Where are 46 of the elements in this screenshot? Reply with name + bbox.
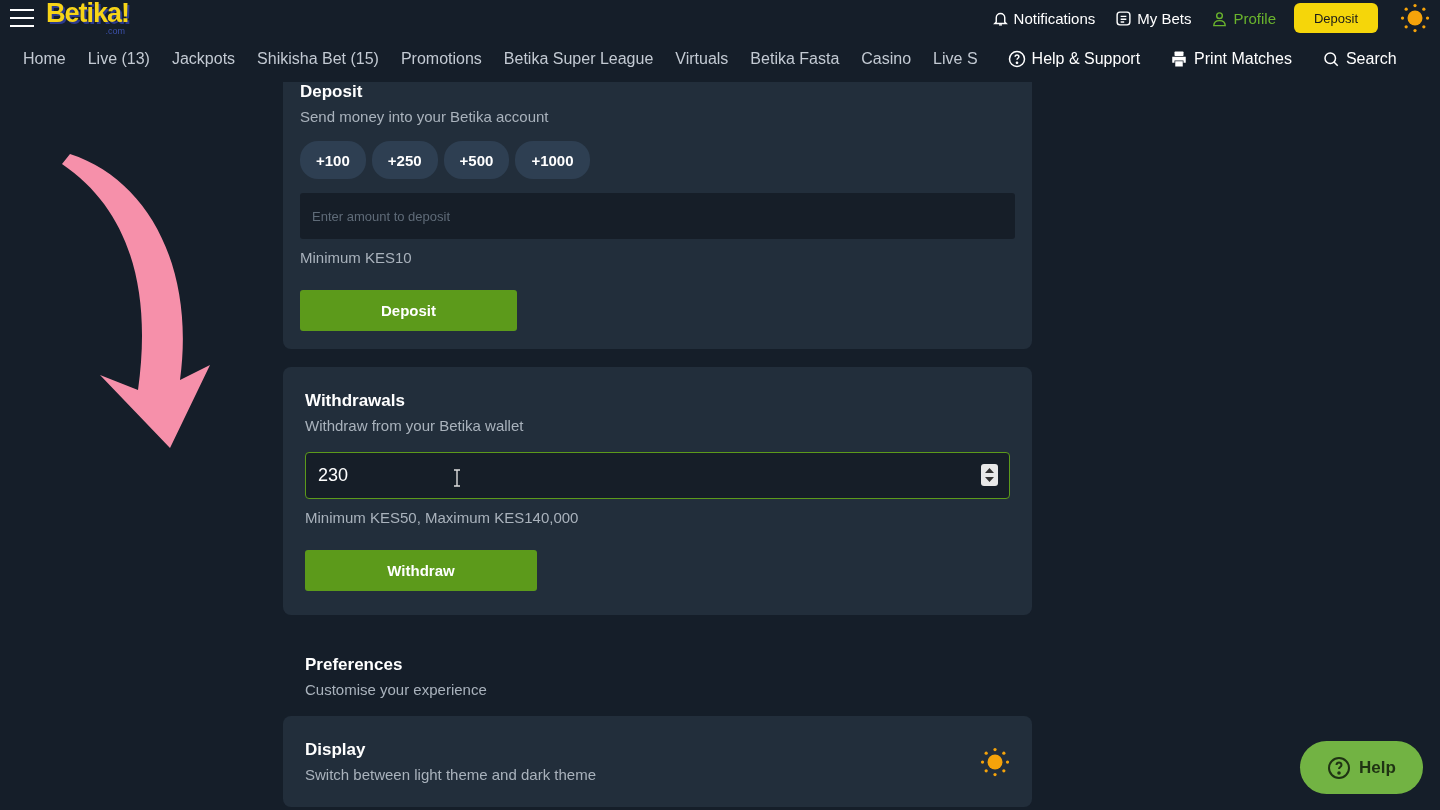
amount-field[interactable]: Enter amount to deposit — [300, 193, 1015, 239]
amount-chip[interactable]: +500 — [443, 141, 510, 179]
section-title: Display — [305, 740, 367, 760]
nav-link[interactable]: Jackpots — [171, 50, 236, 68]
menu-icon[interactable] — [10, 8, 34, 28]
nav-link[interactable]: Betika Fasta — [750, 50, 840, 68]
section-subtitle: Send money into your Betika account — [300, 108, 550, 125]
limits-note: Minimum KES50, Maximum KES140,000 — [305, 509, 580, 526]
amount-chip[interactable]: +250 — [371, 141, 438, 179]
header-link[interactable]: My Bets — [1115, 9, 1192, 27]
nav-link[interactable]: Shikisha Bet (15) — [257, 50, 379, 68]
nav-tool[interactable]: Print Matches — [1170, 50, 1292, 68]
text-cursor-icon — [453, 469, 461, 487]
section-subtitle: Switch between light theme and dark theme — [305, 766, 596, 783]
section-subtitle: Withdraw from your Betika wallet — [305, 417, 525, 434]
nav-tool[interactable]: Search — [1321, 50, 1397, 68]
nav-link[interactable]: Live S — [933, 50, 978, 68]
header-link[interactable]: Profile — [1211, 9, 1276, 27]
user-icon — [1211, 9, 1229, 27]
amount-chip[interactable]: +100 — [300, 141, 366, 179]
section-title: Withdrawals — [305, 391, 406, 411]
printer-icon — [1170, 50, 1189, 68]
withdraw-amount-field[interactable]: 230 — [305, 452, 1010, 499]
spinner-icon[interactable] — [981, 464, 998, 486]
help-icon — [1007, 50, 1026, 68]
list-icon — [1115, 9, 1133, 27]
theme-toggle-icon[interactable] — [980, 746, 1010, 777]
nav-link[interactable]: Betika Super League — [503, 50, 654, 68]
nav-tool[interactable]: Help & Support — [1007, 50, 1141, 68]
deposit-button[interactable]: Deposit — [1294, 3, 1378, 33]
help-button[interactable]: Help — [1300, 741, 1423, 794]
logo[interactable]: Betika! .com — [46, 0, 130, 36]
nav-link[interactable]: Promotions — [400, 50, 482, 68]
sun-icon[interactable] — [1400, 3, 1430, 33]
section-title: Preferences — [305, 655, 404, 675]
nav-link[interactable]: Home — [23, 50, 66, 68]
header-link[interactable]: Notifications — [991, 9, 1096, 27]
amount-chip[interactable]: +1000 — [515, 141, 590, 179]
help-icon — [1327, 755, 1352, 780]
nav-link[interactable]: Live (13) — [87, 50, 150, 68]
nav-link[interactable]: Virtuals — [675, 50, 729, 68]
minimum-note: Minimum KES10 — [300, 249, 413, 266]
section-subtitle: Customise your experience — [305, 681, 488, 698]
search-icon — [1321, 50, 1340, 68]
nav-link[interactable]: Casino — [861, 50, 912, 68]
section-title: Deposit — [300, 82, 364, 102]
